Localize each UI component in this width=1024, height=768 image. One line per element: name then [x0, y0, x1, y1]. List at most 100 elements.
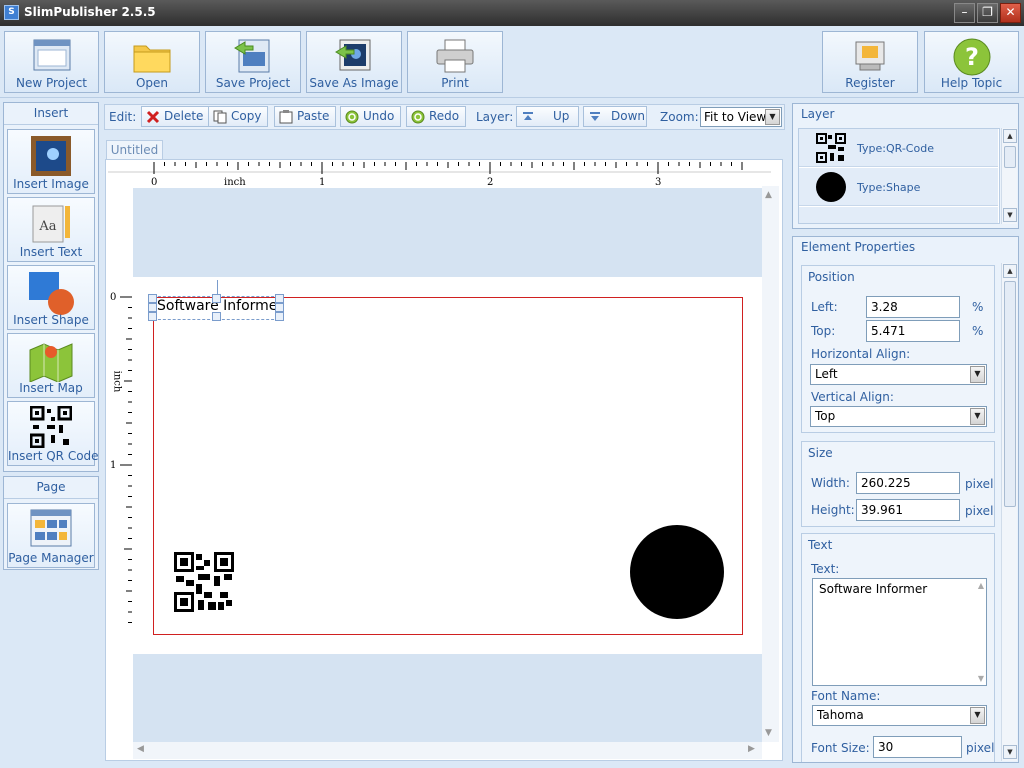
layer-panel-header: Layer: [801, 107, 835, 121]
scroll-down-icon[interactable]: ▼: [1003, 745, 1017, 759]
copy-button[interactable]: Copy: [208, 106, 269, 127]
top-input[interactable]: 5.471: [866, 320, 960, 342]
font-size-label: Font Size:: [811, 741, 870, 755]
circle-shape-element[interactable]: [630, 525, 724, 619]
delete-button[interactable]: Delete: [141, 106, 211, 127]
chevron-down-icon[interactable]: ▼: [765, 109, 780, 125]
insert-text-button[interactable]: Aa Insert Text: [7, 197, 95, 262]
scroll-thumb[interactable]: [1004, 281, 1016, 507]
width-label: Width:: [811, 476, 850, 490]
redo-button[interactable]: Redo: [406, 106, 467, 127]
layer-item-qr-code[interactable]: Type:QR-Code: [799, 129, 998, 167]
font-name-label: Font Name:: [811, 689, 881, 703]
chevron-down-icon[interactable]: ▼: [970, 408, 985, 425]
save-project-label: Save Project: [215, 76, 291, 90]
scroll-thumb[interactable]: [1004, 146, 1016, 168]
new-project-icon: [33, 39, 70, 71]
resize-handle[interactable]: [148, 294, 157, 303]
open-button[interactable]: Open: [104, 31, 200, 93]
edit-label: Edit:: [109, 110, 137, 124]
insert-qr-code-label: Insert QR Code: [8, 449, 99, 463]
qr-code-icon: [816, 133, 846, 163]
qr-code-element[interactable]: [174, 552, 234, 612]
top-label: Top:: [811, 324, 836, 338]
resize-handle[interactable]: [148, 303, 157, 312]
text-icon: Aa: [32, 205, 70, 243]
element-properties-header: Element Properties: [801, 240, 916, 254]
resize-handle[interactable]: [212, 294, 221, 303]
left-input[interactable]: 3.28: [866, 296, 960, 318]
page-panel-header: Page: [4, 477, 98, 499]
ruler-top-3: 3: [655, 177, 662, 188]
undo-button[interactable]: Undo: [340, 106, 402, 127]
save-as-image-label: Save As Image: [309, 76, 399, 90]
scroll-up-icon[interactable]: ▲: [978, 581, 984, 590]
help-icon: ?: [953, 38, 990, 76]
help-topic-button[interactable]: ? Help Topic: [924, 31, 1019, 93]
minimize-button[interactable]: –: [954, 3, 975, 23]
scroll-up-icon[interactable]: ▲: [1003, 264, 1017, 278]
scroll-left-icon[interactable]: ◀: [137, 744, 144, 754]
resize-handle[interactable]: [275, 312, 284, 321]
copy-icon: [213, 110, 227, 124]
qr-code-icon: [30, 406, 72, 448]
layer-label: Layer:: [476, 110, 514, 124]
position-header: Position: [808, 270, 855, 284]
width-input[interactable]: 260.225: [856, 472, 960, 494]
vertical-align-select[interactable]: Top ▼: [810, 406, 987, 427]
print-button[interactable]: Print: [407, 31, 503, 93]
zoom-select[interactable]: Fit to View ▼: [700, 107, 782, 127]
chevron-down-icon[interactable]: ▼: [970, 366, 985, 383]
save-project-icon: [234, 39, 270, 73]
insert-shape-button[interactable]: Insert Shape: [7, 265, 95, 330]
canvas-vertical-scrollbar[interactable]: ▲ ▼: [762, 186, 779, 742]
layer-list: Type:QR-Code Type:Shape: [798, 128, 1000, 224]
delete-icon: [146, 110, 160, 124]
new-project-label: New Project: [15, 76, 88, 90]
redo-icon: [411, 110, 425, 124]
chevron-down-icon[interactable]: ▼: [970, 707, 985, 724]
restore-button[interactable]: ❐: [977, 3, 998, 23]
resize-handle[interactable]: [148, 312, 157, 321]
height-input[interactable]: 39.961: [856, 499, 960, 521]
insert-map-button[interactable]: Insert Map: [7, 333, 95, 398]
insert-image-label: Insert Image: [13, 177, 89, 191]
font-name-select[interactable]: Tahoma ▼: [812, 705, 987, 726]
insert-qr-code-button[interactable]: Insert QR Code: [7, 401, 99, 466]
layer-down-button[interactable]: Down: [583, 106, 647, 127]
layer-list-scrollbar[interactable]: ▲ ▼: [1001, 128, 1017, 224]
paste-button[interactable]: Paste: [274, 106, 337, 127]
layer-up-button[interactable]: Up: [516, 106, 579, 127]
register-button[interactable]: Register: [822, 31, 918, 93]
save-project-button[interactable]: Save Project: [205, 31, 301, 93]
font-size-input[interactable]: 30: [873, 736, 962, 758]
resize-handle[interactable]: [212, 312, 221, 321]
scroll-right-icon[interactable]: ▶: [748, 744, 755, 754]
undo-icon: [345, 110, 359, 124]
text-textarea[interactable]: Software Informer ▲ ▼: [812, 578, 987, 686]
save-as-image-button[interactable]: Save As Image: [306, 31, 402, 93]
layer-item-partial[interactable]: [799, 207, 998, 223]
resize-handle[interactable]: [275, 303, 284, 312]
ruler-left-unit: inch: [111, 370, 123, 393]
new-project-button[interactable]: New Project: [4, 31, 99, 93]
ruler-top-1: 1: [319, 177, 326, 188]
circle-shape-icon: [816, 172, 846, 202]
scroll-down-icon[interactable]: ▼: [1003, 208, 1017, 222]
scroll-down-icon[interactable]: ▼: [978, 674, 984, 683]
layer-item-shape[interactable]: Type:Shape: [799, 168, 998, 206]
tab-untitled[interactable]: Untitled: [106, 140, 163, 160]
close-button[interactable]: ✕: [1000, 3, 1021, 23]
scroll-up-icon[interactable]: ▲: [1003, 129, 1017, 143]
page-manager-icon: [30, 509, 72, 547]
register-label: Register: [845, 76, 895, 90]
page-manager-button[interactable]: Page Manager: [7, 503, 95, 568]
ruler-top-0: 0: [151, 177, 158, 188]
scroll-down-icon[interactable]: ▼: [765, 728, 772, 738]
scroll-up-icon[interactable]: ▲: [765, 190, 772, 200]
horizontal-align-select[interactable]: Left ▼: [810, 364, 987, 385]
insert-image-button[interactable]: Insert Image: [7, 129, 95, 194]
canvas-horizontal-scrollbar[interactable]: ◀ ▶: [133, 742, 762, 759]
resize-handle[interactable]: [275, 294, 284, 303]
properties-scrollbar[interactable]: ▲ ▼: [1001, 263, 1017, 761]
